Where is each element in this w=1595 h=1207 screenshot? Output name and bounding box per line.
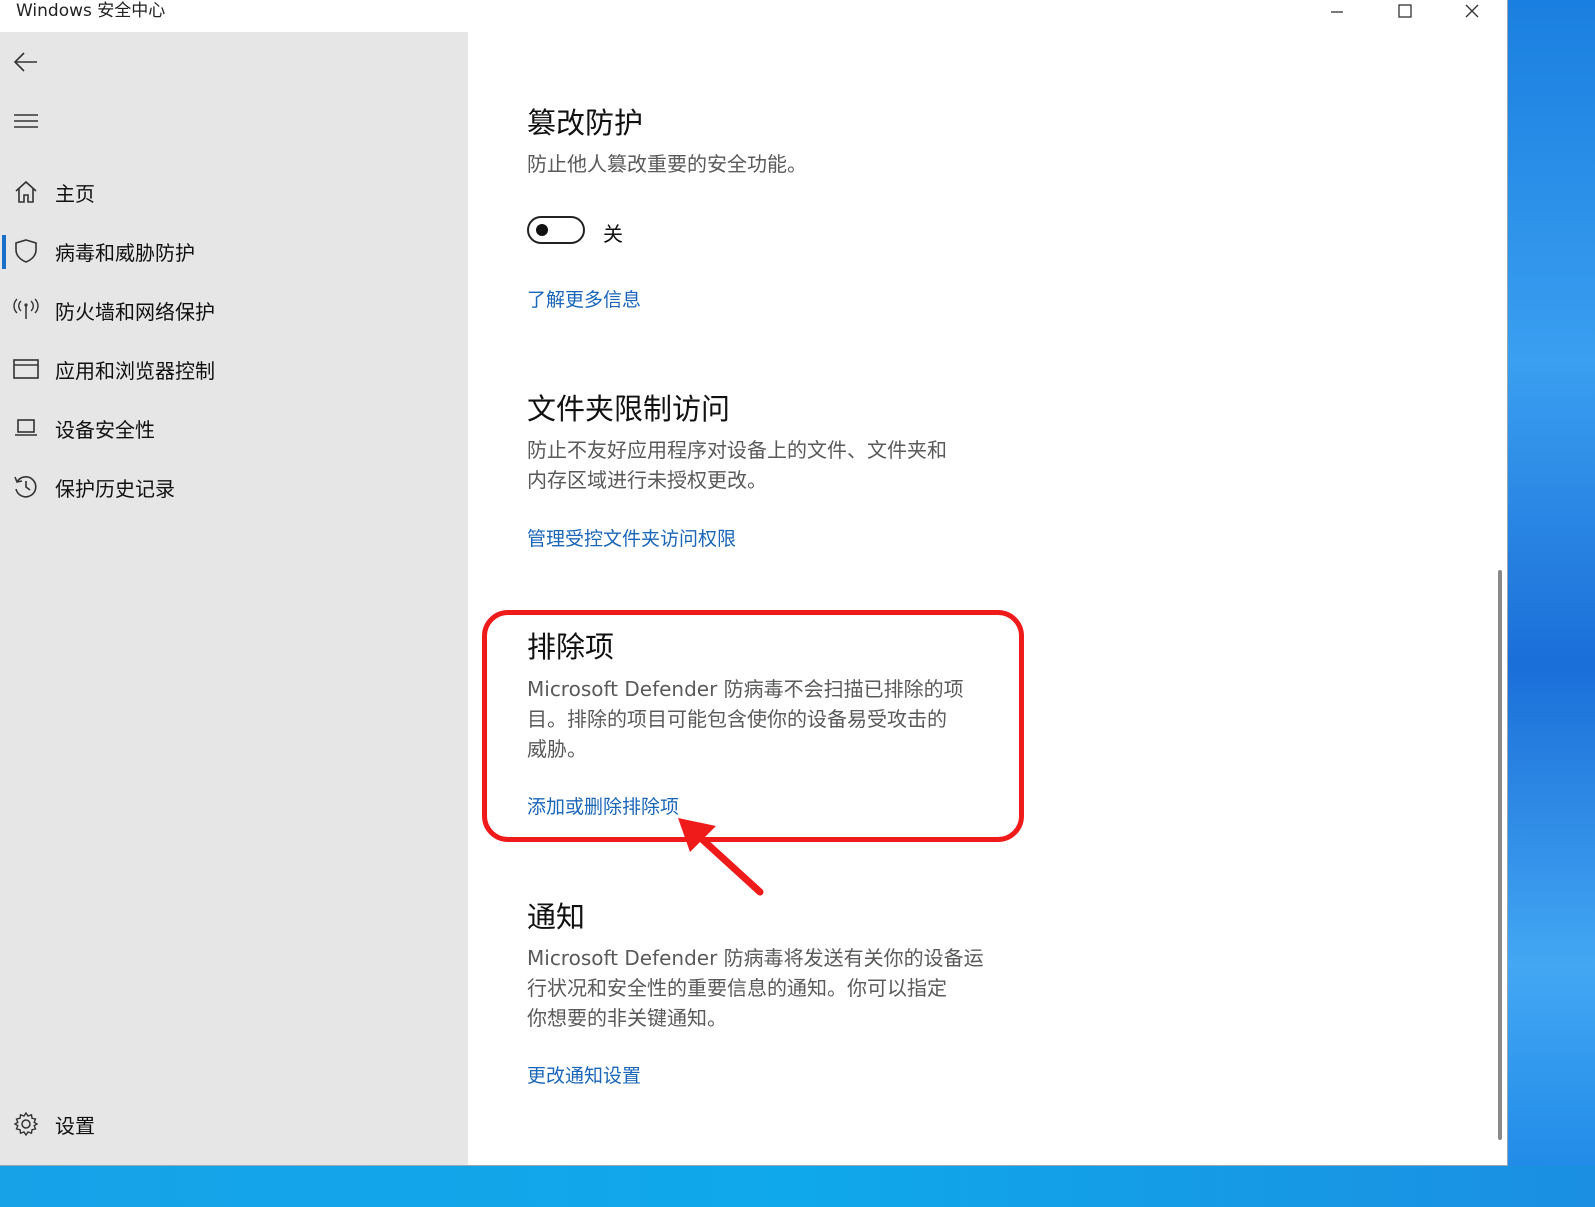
sidebar-item-protection-history[interactable]: 保护历史记录 (0, 460, 468, 514)
vertical-scrollbar[interactable] (1498, 570, 1502, 1140)
manage-folder-access-link[interactable]: 管理受控文件夹访问权限 (527, 524, 736, 551)
minimize-button[interactable] (1303, 0, 1371, 22)
section-desc-notifications-line2: 行状况和安全性的重要信息的通知。你可以指定 (527, 976, 947, 1000)
section-title-tamper-protection: 篡改防护 (527, 106, 644, 140)
sidebar-item-label: 设备安全性 (55, 417, 155, 442)
close-icon (1465, 4, 1479, 18)
sidebar-item-virus-protection[interactable]: 病毒和威胁防护 (0, 224, 468, 278)
learn-more-link[interactable]: 了解更多信息 (527, 285, 641, 312)
maximize-icon (1398, 4, 1412, 18)
sidebar-item-firewall[interactable]: 防火墙和网络保护 (0, 283, 468, 337)
red-pointer-arrow-icon (678, 818, 764, 896)
tamper-protection-toggle[interactable] (527, 216, 585, 244)
exclusions-highlight-box (482, 610, 1024, 842)
section-desc-tamper-protection: 防止他人篡改重要的安全功能。 (527, 152, 807, 176)
toggle-state-label: 关 (603, 222, 623, 246)
toggle-knob (536, 224, 548, 236)
settings-label: 设置 (55, 1113, 95, 1138)
browser-window-icon (12, 355, 40, 383)
section-title-folder-access: 文件夹限制访问 (527, 392, 731, 426)
sidebar-item-home[interactable]: 主页 (0, 165, 468, 219)
hamburger-menu-icon (14, 114, 38, 128)
sidebar-item-app-browser[interactable]: 应用和浏览器控制 (0, 342, 468, 396)
wireless-signal-icon (12, 296, 40, 324)
sidebar-item-label: 主页 (55, 181, 95, 206)
section-title-notifications: 通知 (527, 900, 586, 934)
taskbar-edge (0, 1166, 1595, 1207)
section-desc-folder-access-line2: 内存区域进行未授权更改。 (527, 468, 767, 492)
sidebar-item-label: 应用和浏览器控制 (55, 358, 215, 383)
section-desc-notifications-line1: Microsoft Defender 防病毒将发送有关你的设备运 (527, 946, 984, 970)
window-title: Windows 安全中心 (16, 1, 166, 21)
change-notification-settings-link[interactable]: 更改通知设置 (527, 1061, 641, 1088)
gear-icon (12, 1110, 40, 1138)
sidebar-item-settings[interactable]: 设置 (0, 1097, 468, 1151)
section-desc-notifications-line3: 你想要的非关键通知。 (527, 1006, 727, 1030)
sidebar-item-label: 保护历史记录 (55, 476, 175, 501)
minimize-icon (1331, 11, 1343, 13)
title-bar: Windows 安全中心 (0, 0, 1507, 32)
menu-button[interactable] (10, 106, 42, 138)
main-content: 篡改防护 防止他人篡改重要的安全功能。 关 了解更多信息 文件夹限制访问 防止不… (468, 32, 1507, 1165)
back-button[interactable] (10, 47, 42, 79)
sidebar-item-label: 防火墙和网络保护 (55, 299, 215, 324)
shield-icon (12, 237, 40, 265)
security-center-window: Windows 安全中心 主页 病毒和威胁防护 防火墙和网络保护 应用和浏览器控… (0, 0, 1507, 1165)
section-desc-folder-access-line1: 防止不友好应用程序对设备上的文件、文件夹和 (527, 438, 947, 462)
sidebar-item-device-security[interactable]: 设备安全性 (0, 401, 468, 455)
maximize-button[interactable] (1371, 0, 1439, 22)
sidebar: 主页 病毒和威胁防护 防火墙和网络保护 应用和浏览器控制 设备安全性 保护历史记… (0, 32, 468, 1165)
sidebar-item-label: 病毒和威胁防护 (55, 240, 195, 265)
close-button[interactable] (1438, 0, 1506, 22)
desktop-wallpaper-glow (1500, 0, 1595, 1207)
home-icon (12, 178, 40, 206)
laptop-icon (12, 414, 40, 442)
back-arrow-icon (13, 52, 37, 72)
history-icon (12, 473, 40, 501)
